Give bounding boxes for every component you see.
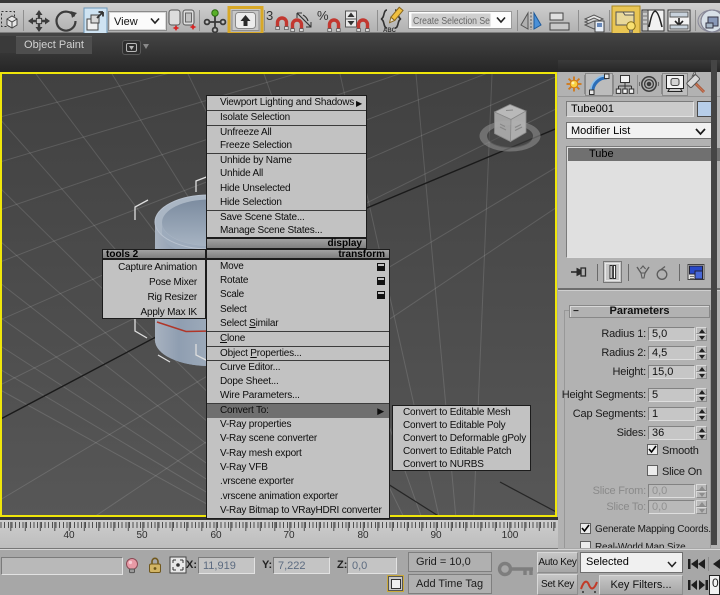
svg-text:Create Selection Se: Create Selection Se xyxy=(413,16,490,27)
svg-text:3: 3 xyxy=(266,8,273,23)
svg-text:%: % xyxy=(317,8,329,23)
svg-text:View: View xyxy=(114,16,138,28)
